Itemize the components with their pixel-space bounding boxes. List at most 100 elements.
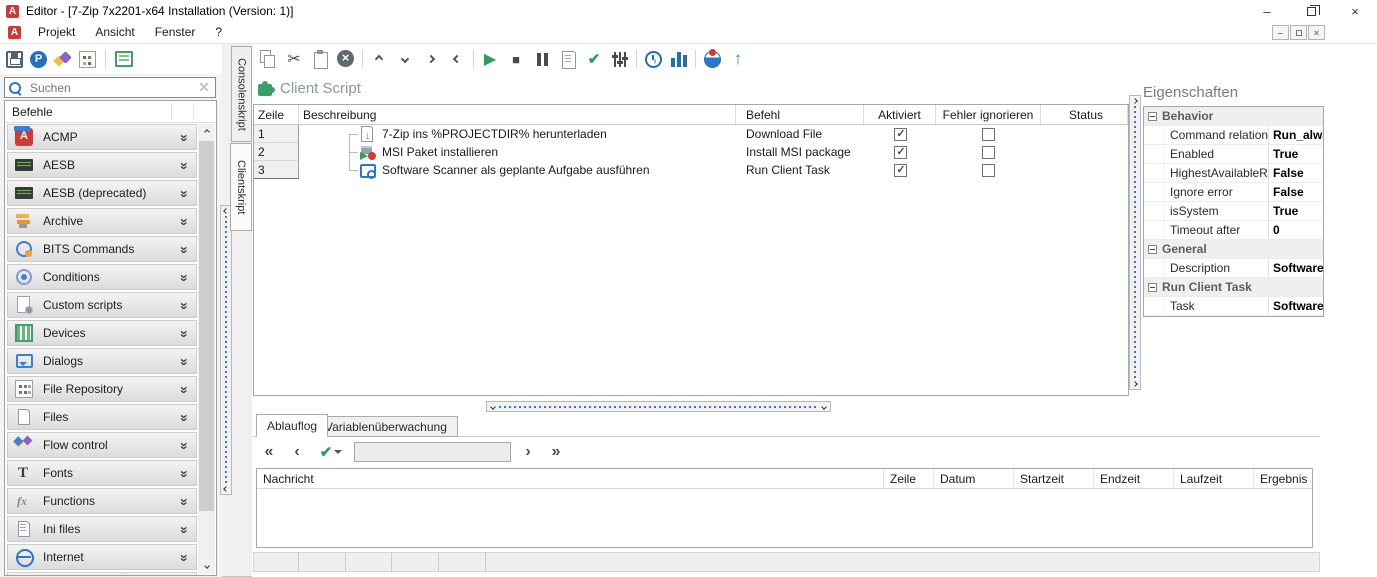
acmp-p-icon[interactable]: [30, 51, 47, 68]
column-datum[interactable]: Datum: [934, 469, 1014, 488]
outdent-icon[interactable]: [445, 47, 469, 71]
right-splitter[interactable]: [1129, 95, 1141, 390]
move-up-icon[interactable]: [367, 47, 391, 71]
collapse-left-icon[interactable]: [223, 208, 229, 214]
file-repository-icon[interactable]: [79, 51, 96, 68]
mdi-close-button[interactable]: ×: [1308, 25, 1325, 40]
sidebar-item-devices[interactable]: Devices »: [7, 320, 197, 346]
sidebar-item-aesb[interactable]: AESB »: [7, 152, 197, 178]
menu-help[interactable]: ?: [205, 22, 232, 43]
sidebar-item-aesb-deprecated[interactable]: AESB (deprecated) »: [7, 180, 197, 206]
property-row[interactable]: isSystem True: [1144, 202, 1323, 221]
expand-chevron-icon[interactable]: »: [177, 358, 193, 364]
script-row-1[interactable]: 1 7-Zip ins %PROJECTDIR% herunterladen D…: [254, 125, 1128, 143]
column-laufzeit[interactable]: Laufzeit: [1174, 469, 1254, 488]
column-zeile[interactable]: Zeile: [884, 469, 934, 488]
menu-fenster[interactable]: Fenster: [145, 22, 206, 43]
move-down-icon[interactable]: [393, 47, 417, 71]
expand-chevron-icon[interactable]: »: [177, 330, 193, 336]
column-nachricht[interactable]: Nachricht: [257, 469, 884, 488]
property-group-general[interactable]: General: [1144, 240, 1323, 259]
sidebar-item-partial[interactable]: [7, 572, 197, 575]
delete-icon[interactable]: [334, 47, 358, 71]
property-row[interactable]: Enabled True: [1144, 145, 1323, 164]
bottom-splitter[interactable]: [486, 401, 831, 412]
sidebar-item-dialogs[interactable]: Dialogs »: [7, 348, 197, 374]
line-number[interactable]: 2: [254, 143, 299, 161]
expand-chevron-icon[interactable]: »: [177, 498, 193, 504]
scroll-up-icon[interactable]: [198, 124, 215, 140]
last-icon[interactable]: »: [545, 443, 567, 461]
ignore-error-checkbox[interactable]: [982, 146, 995, 159]
restore-button[interactable]: [1289, 0, 1333, 22]
expand-chevron-icon[interactable]: »: [177, 274, 193, 280]
column-startzeit[interactable]: Startzeit: [1014, 469, 1094, 488]
enabled-checkbox[interactable]: [894, 146, 907, 159]
column-fehler-ignorieren[interactable]: Fehler ignorieren: [936, 105, 1041, 124]
pause-icon[interactable]: [530, 47, 554, 71]
document-icon[interactable]: [8, 26, 21, 39]
sidebar-item-bits-commands[interactable]: BITS Commands »: [7, 236, 197, 262]
sidebar-item-flow-control[interactable]: Flow control »: [7, 432, 197, 458]
enabled-checkbox[interactable]: [894, 164, 907, 177]
cut-icon[interactable]: ✂: [282, 47, 306, 71]
sidebar-item-acmp[interactable]: ACMP »: [7, 124, 197, 150]
sidebar-item-internet[interactable]: Internet »: [7, 544, 197, 570]
expand-chevron-icon[interactable]: »: [177, 162, 193, 168]
property-row[interactable]: HighestAvailableRig False: [1144, 164, 1323, 183]
next-icon[interactable]: ›: [517, 443, 539, 461]
close-button[interactable]: ×: [1333, 0, 1377, 22]
column-befehl[interactable]: Befehl: [736, 105, 864, 124]
collapse-left-icon[interactable]: [223, 486, 229, 492]
expand-chevron-icon[interactable]: »: [177, 442, 193, 448]
mdi-minimize-button[interactable]: –: [1272, 25, 1289, 40]
scrollbar-thumb[interactable]: [199, 141, 214, 511]
property-row[interactable]: Timeout after 0: [1144, 221, 1323, 240]
minimize-button[interactable]: –: [1245, 0, 1289, 22]
log-filter-input[interactable]: [354, 442, 511, 462]
collapse-down-icon[interactable]: [490, 404, 496, 410]
property-group-run-client-task[interactable]: Run Client Task: [1144, 278, 1323, 297]
run-filter-button[interactable]: ✔: [314, 443, 348, 461]
column-aktiviert[interactable]: Aktiviert: [864, 105, 936, 124]
tab-variablenueberwachung[interactable]: Variablenüberwachung: [314, 416, 458, 437]
column-endzeit[interactable]: Endzeit: [1094, 469, 1174, 488]
collapse-right-icon[interactable]: [1132, 98, 1138, 104]
expand-chevron-icon[interactable]: »: [177, 190, 193, 196]
dropdown-caret-icon[interactable]: [334, 450, 342, 454]
line-number[interactable]: 3: [254, 161, 299, 179]
collapse-right-icon[interactable]: [1132, 381, 1138, 387]
menu-projekt[interactable]: Projekt: [28, 22, 85, 43]
run-icon[interactable]: ▶: [478, 47, 502, 71]
search-input[interactable]: [28, 80, 193, 96]
expand-chevron-icon[interactable]: »: [177, 302, 193, 308]
package-icon[interactable]: [54, 51, 72, 68]
upload-icon[interactable]: ↑: [726, 47, 750, 71]
ignore-error-checkbox[interactable]: [982, 128, 995, 141]
mdi-restore-button[interactable]: [1290, 25, 1307, 40]
property-group-behavior[interactable]: Behavior: [1144, 107, 1323, 126]
script-row-3[interactable]: 3 Software Scanner als geplante Aufgabe …: [254, 161, 1128, 179]
expand-chevron-icon[interactable]: »: [177, 470, 193, 476]
line-number[interactable]: 1: [254, 125, 299, 143]
sidebar-item-conditions[interactable]: Conditions »: [7, 264, 197, 290]
collapse-icon[interactable]: [1148, 112, 1157, 121]
sidebar-item-archive[interactable]: Archive »: [7, 208, 197, 234]
expand-chevron-icon[interactable]: »: [177, 134, 193, 140]
collapse-icon[interactable]: [1148, 283, 1157, 292]
ignore-error-checkbox[interactable]: [982, 164, 995, 177]
detail-view-icon[interactable]: [115, 51, 133, 67]
sidebar-item-functions[interactable]: Functions »: [7, 488, 197, 514]
left-splitter[interactable]: [220, 205, 232, 495]
property-row[interactable]: Ignore error False: [1144, 183, 1323, 202]
sidebar-item-custom-scripts[interactable]: Custom scripts »: [7, 292, 197, 318]
run-to-cursor-icon[interactable]: [556, 47, 580, 71]
paste-icon[interactable]: [308, 47, 332, 71]
expand-chevron-icon[interactable]: »: [177, 386, 193, 392]
web-update-icon[interactable]: [700, 47, 724, 71]
expand-chevron-icon[interactable]: »: [177, 526, 193, 532]
tab-clientskript[interactable]: Clientskript: [230, 143, 252, 231]
tab-consolenskript[interactable]: Consolenskript: [231, 46, 252, 142]
commands-list-header[interactable]: Befehle: [5, 101, 216, 123]
script-row-2[interactable]: 2 MSI Paket installieren Install MSI pac…: [254, 143, 1128, 161]
